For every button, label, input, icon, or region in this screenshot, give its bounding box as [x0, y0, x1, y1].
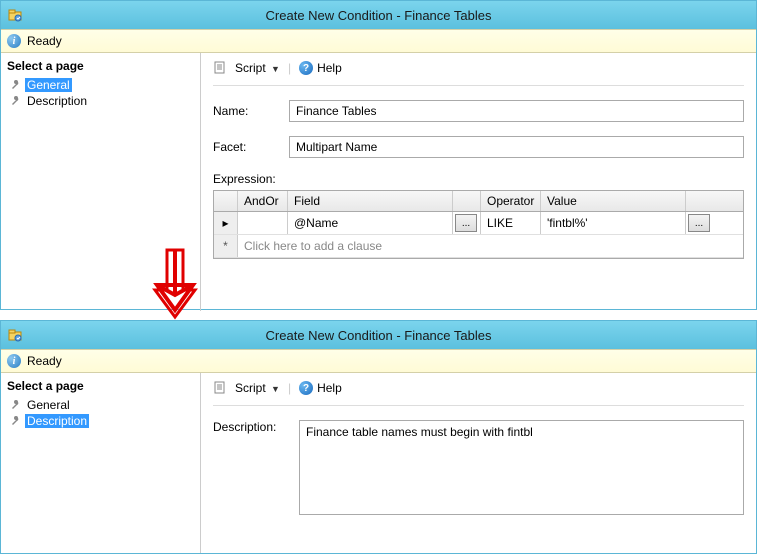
help-label: Help [317, 381, 342, 395]
cell-field[interactable]: @Name [288, 212, 453, 234]
facet-input[interactable] [289, 136, 744, 158]
grid-header-value[interactable]: Value [541, 191, 686, 211]
grid-add-row[interactable]: Click here to add a clause [214, 235, 743, 258]
script-button[interactable]: Script ▼ [235, 381, 280, 395]
help-icon: ? [299, 61, 313, 75]
window-title: Create New Condition - Finance Tables [1, 328, 756, 343]
cell-andor[interactable] [238, 212, 288, 234]
cell-field-browse: ... [453, 212, 481, 234]
main-panel: Script ▼ | ? Help Description: [201, 373, 756, 553]
sidebar-item-general[interactable]: General [7, 397, 194, 413]
status-bar: i Ready [1, 29, 756, 53]
grid-row[interactable]: ▸ @Name ... LIKE 'fintbl%' ... [214, 212, 743, 235]
dialog-general: Create New Condition - Finance Tables i … [0, 0, 757, 310]
row-marker-icon: ▸ [214, 212, 238, 234]
name-input[interactable] [289, 100, 744, 122]
status-text: Ready [27, 34, 62, 48]
grid-header-blank3 [686, 191, 714, 211]
field-ellipsis-button[interactable]: ... [455, 214, 477, 232]
sidebar-item-label: Description [25, 414, 89, 428]
facet-label: Facet: [213, 140, 281, 154]
info-icon: i [7, 34, 21, 48]
sidebar-item-label: General [25, 78, 72, 92]
grid-header-blank [214, 191, 238, 211]
help-button[interactable]: ? Help [299, 381, 342, 395]
status-bar: i Ready [1, 349, 756, 373]
page-sidebar: Select a page General Description [1, 53, 201, 311]
description-label: Description: [213, 420, 291, 434]
app-icon [7, 327, 23, 343]
main-panel: Script ▼ | ? Help Name: Facet: Expressio… [201, 53, 756, 311]
titlebar[interactable]: Create New Condition - Finance Tables [1, 1, 756, 29]
grid-header-field[interactable]: Field [288, 191, 453, 211]
help-label: Help [317, 61, 342, 75]
sidebar-item-description[interactable]: Description [7, 93, 194, 109]
value-ellipsis-button[interactable]: ... [688, 214, 710, 232]
window-title: Create New Condition - Finance Tables [1, 8, 756, 23]
status-text: Ready [27, 354, 62, 368]
grid-header-row: AndOr Field Operator Value [214, 191, 743, 212]
cell-operator[interactable]: LIKE [481, 212, 541, 234]
dialog-description: Create New Condition - Finance Tables i … [0, 320, 757, 554]
script-label: Script [235, 381, 266, 395]
chevron-down-icon: ▼ [271, 64, 280, 74]
grid-header-blank2 [453, 191, 481, 211]
script-icon [213, 61, 227, 75]
titlebar[interactable]: Create New Condition - Finance Tables [1, 321, 756, 349]
expression-grid: AndOr Field Operator Value ▸ @Name ... L… [213, 190, 744, 259]
page-sidebar: Select a page General Description [1, 373, 201, 553]
info-icon: i [7, 354, 21, 368]
script-icon [213, 381, 227, 395]
sidebar-item-description[interactable]: Description [7, 413, 194, 429]
description-input[interactable] [299, 420, 744, 515]
chevron-down-icon: ▼ [271, 384, 280, 394]
wrench-icon [9, 415, 21, 427]
sidebar-item-label: Description [25, 94, 89, 108]
grid-header-operator[interactable]: Operator [481, 191, 541, 211]
wrench-icon [9, 95, 21, 107]
grid-header-andor[interactable]: AndOr [238, 191, 288, 211]
cell-value-browse: ... [686, 212, 714, 234]
wrench-icon [9, 79, 21, 91]
help-icon: ? [299, 381, 313, 395]
script-label: Script [235, 61, 266, 75]
sidebar-item-label: General [25, 398, 72, 412]
app-icon [7, 7, 23, 23]
toolbar: Script ▼ | ? Help [213, 381, 744, 406]
script-button[interactable]: Script ▼ [235, 61, 280, 75]
expression-label: Expression: [213, 172, 744, 186]
new-row-marker-icon [214, 235, 238, 257]
sidebar-header: Select a page [7, 57, 194, 77]
cell-value[interactable]: 'fintbl%' [541, 212, 686, 234]
help-button[interactable]: ? Help [299, 61, 342, 75]
wrench-icon [9, 399, 21, 411]
sidebar-header: Select a page [7, 377, 194, 397]
name-label: Name: [213, 104, 281, 118]
sidebar-item-general[interactable]: General [7, 77, 194, 93]
toolbar: Script ▼ | ? Help [213, 61, 744, 86]
add-clause-text[interactable]: Click here to add a clause [238, 235, 743, 257]
